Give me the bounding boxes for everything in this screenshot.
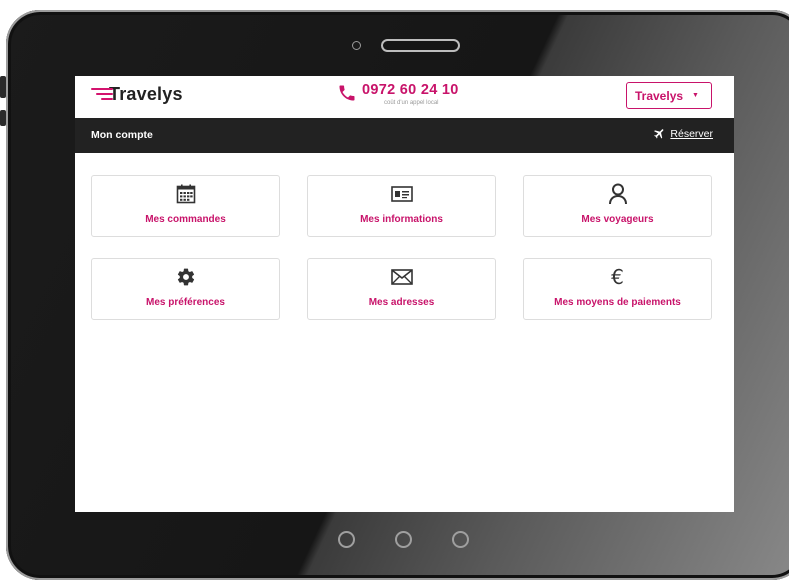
gear-icon	[177, 268, 194, 286]
speaker-grille	[381, 39, 460, 52]
reserve-label: Réserver	[670, 127, 713, 140]
card-mes-informations[interactable]: Mes informations	[307, 175, 496, 237]
app-screen: Travelys 0972 60 24 10 coût d'un appel l…	[75, 76, 734, 512]
volume-up-button[interactable]	[0, 76, 6, 98]
card-mes-adresses[interactable]: Mes adresses	[307, 258, 496, 320]
card-mes-commandes[interactable]: Mes commandes	[91, 175, 280, 237]
envelope-icon	[390, 269, 413, 285]
nav-home-button[interactable]	[395, 531, 412, 548]
page-title: Mon compte	[91, 129, 153, 141]
id-card-icon	[390, 186, 413, 202]
site-header: Travelys 0972 60 24 10 coût d'un appel l…	[75, 76, 734, 118]
card-mes-voyageurs[interactable]: Mes voyageurs	[523, 175, 712, 237]
nav-back-button[interactable]	[338, 531, 355, 548]
card-label: Mes informations	[360, 214, 443, 225]
airplane-icon	[654, 129, 664, 139]
brand-dropdown[interactable]: Travelys ▼	[626, 82, 712, 109]
reserve-link[interactable]: Réserver	[653, 127, 713, 140]
card-mes-moyens-de-paiements[interactable]: € Mes moyens de paiements	[523, 258, 712, 320]
card-label: Mes commandes	[145, 214, 226, 225]
logo-speed-lines-icon	[91, 86, 113, 100]
card-label: Mes adresses	[368, 297, 435, 308]
phone-icon	[339, 85, 355, 101]
logo-text: Travelys	[109, 83, 183, 104]
phone-number: 0972 60 24 10	[362, 82, 459, 98]
card-label: Mes moyens de paiements	[554, 297, 681, 308]
calendar-icon	[176, 184, 195, 204]
travelys-logo[interactable]: Travelys	[91, 83, 183, 105]
brand-dropdown-label: Travelys	[635, 88, 684, 103]
phone-note: coût d'un appel local	[384, 100, 439, 106]
card-mes-preferences[interactable]: Mes préférences	[91, 258, 280, 320]
card-label: Mes voyageurs	[581, 214, 654, 225]
account-navbar: Mon compte Réserver	[75, 118, 734, 153]
euro-icon: €	[611, 265, 624, 289]
volume-down-button[interactable]	[0, 110, 6, 126]
nav-recent-button[interactable]	[452, 531, 469, 548]
user-icon	[608, 183, 627, 205]
caret-down-icon: ▼	[692, 92, 699, 99]
camera-icon	[352, 41, 361, 50]
card-label: Mes préférences	[146, 297, 225, 308]
